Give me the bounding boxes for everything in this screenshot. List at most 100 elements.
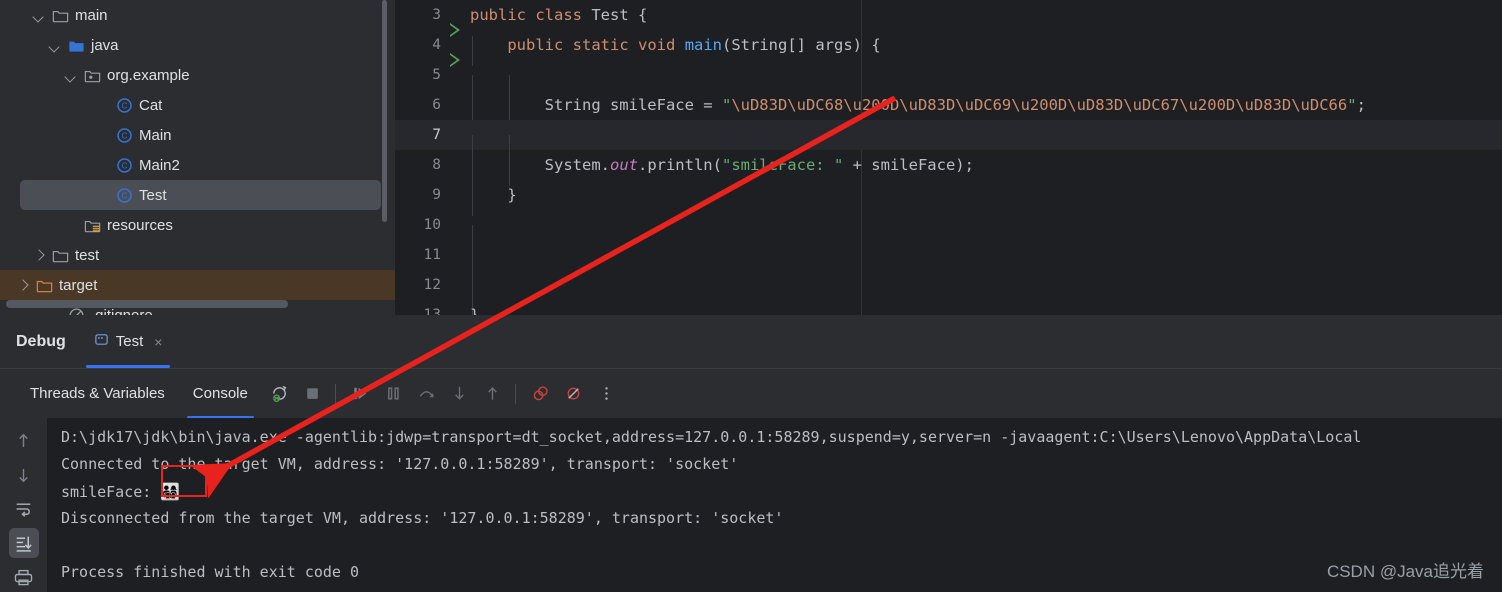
toolbar-separator [334,383,336,404]
csdn-watermark: CSDN @Java追光着 [1326,562,1484,581]
console-line: Connected to the target VM, address: '12… [47,451,1502,478]
chevron-down-icon[interactable] [64,69,77,82]
code-text: } [470,186,517,216]
code-line-5[interactable]: 5 [395,60,1502,105]
line-number: 4 [432,37,441,53]
code-token: out [609,156,638,174]
code-line-12[interactable]: 12 [395,270,1502,315]
tree-item-label: java [91,36,119,54]
close-icon[interactable]: × [154,334,162,350]
code-line-7[interactable]: 7 [395,120,1502,165]
chevron-down-icon[interactable] [48,39,61,52]
console-line-text: smileFace: [61,483,161,501]
project-tree-list[interactable]: main java org.example C Cat C Main C Main2 C Test r… [0,0,395,315]
console-line: D:\jdk17\jdk\bin\java.exe -agentlib:jdwp… [47,424,1502,451]
scroll-up-icon[interactable] [9,426,39,456]
step-over-icon[interactable] [412,379,442,409]
line-number: 5 [432,67,441,83]
line-number: 6 [432,97,441,113]
package-icon [84,70,101,82]
print-icon[interactable] [9,562,39,592]
scroll-to-end-icon[interactable] [8,528,39,558]
code-token: Test { [582,6,648,24]
pause-program-icon[interactable] [379,379,409,409]
svg-text:C: C [122,101,128,110]
tree-item-java[interactable]: java [0,30,395,60]
tree-item-test[interactable]: test [0,240,395,270]
tree-item-main[interactable]: main [0,0,395,30]
debug-run-configuration-tab[interactable]: Test × [84,315,173,368]
toolbar-separator [514,383,516,404]
console-line-text: D:\jdk17\jdk\bin\java.exe -agentlib:jdwp… [61,428,1362,446]
tree-item-test[interactable]: C Test [20,180,381,210]
family-emoji: 👨‍👩‍👧‍👦 [160,482,181,501]
run-config-tab-label: Test [115,333,144,350]
console-output[interactable]: D:\jdk17\jdk\bin\java.exe -agentlib:jdwp… [47,418,1502,592]
code-token: \uD83D\uDC68\u200D\uD83D\uDC69\u200D\uD8… [731,96,1348,114]
folder-resources-icon [84,220,101,232]
svg-text:C: C [122,191,128,200]
more-options-icon[interactable] [592,379,622,409]
line-number: 13 [423,307,441,315]
tree-item-main2[interactable]: C Main2 [0,150,395,180]
code-editor[interactable]: 3 public class Test {4 public static void… [395,0,1502,315]
tree-item-target[interactable]: target [0,270,395,300]
line-number: 7 [432,127,441,143]
project-tree-panel[interactable]: main java org.example C Cat C Main C Main2 C Test r… [0,0,395,315]
code-token: } [470,306,480,315]
code-line-8[interactable]: 8 System.out.println("smileFace: " + smi… [395,150,1502,186]
chevron-right-icon[interactable] [32,249,45,262]
console-area: D:\jdk17\jdk\bin\java.exe -agentlib:jdwp… [0,418,1502,592]
tree-item-cat[interactable]: C Cat [0,90,395,120]
scroll-down-icon[interactable] [9,460,39,490]
project-tree-vertical-scrollbar[interactable] [382,0,387,222]
soft-wrap-icon[interactable] [9,494,39,524]
code-line-9[interactable]: 9 } [395,180,1502,216]
code-line-11[interactable]: 11 [395,240,1502,285]
stop-icon[interactable] [298,379,328,409]
code-token: String smileFace = [470,96,722,114]
view-breakpoints-icon[interactable] [526,379,556,409]
step-into-icon[interactable] [445,379,475,409]
console-line: smileFace: 👨‍👩‍👧‍👦 [47,478,1502,505]
project-tree-horizontal-scrollbar[interactable] [6,300,288,308]
code-lines[interactable]: 3 public class Test {4 public static void… [395,0,1502,315]
code-line-3[interactable]: 3 public class Test { [395,0,1502,37]
line-number: 8 [432,157,441,173]
chevron-down-icon[interactable] [32,9,45,22]
tree-item-label: org.example [107,66,190,84]
code-text: public class Test { [470,6,647,24]
rerun-debug-icon[interactable] [265,379,295,409]
tree-item-label: Main2 [139,156,180,174]
code-line-6[interactable]: 6 String smileFace = "\uD83D\uDC68\u200D… [395,90,1502,126]
tab-threads-and-variables[interactable]: Threads & Variables [16,369,179,419]
debug-panel-title: Debug [16,332,66,350]
chevron-right-icon[interactable] [16,279,29,292]
line-number: 10 [423,217,441,233]
mute-breakpoints-icon[interactable] [559,379,589,409]
svg-text:C: C [122,131,128,140]
step-out-icon[interactable] [478,379,508,409]
code-text: System.out.println("smileFace: " + smile… [470,156,974,186]
code-line-4[interactable]: 4 public static void main(String[] args)… [395,30,1502,67]
resume-program-icon[interactable] [346,379,376,409]
line-number: 11 [423,247,441,263]
code-line-13[interactable]: 13} [395,300,1502,315]
code-text: String smileFace = "\uD83D\uDC68\u200D\u… [470,96,1366,126]
java-class-icon: C [117,187,132,203]
debug-tool-window: Debug Test × Threads & Variables Console… [0,315,1502,592]
code-token: public [507,36,564,54]
tree-item-label: Main [139,126,172,144]
tree-item-main[interactable]: C Main [0,120,395,150]
top-section: main java org.example C Cat C Main C Main2 C Test r… [0,0,1502,315]
line-number: 9 [432,187,441,203]
code-line-10[interactable]: 10 [395,210,1502,255]
tree-item-resources[interactable]: resources [0,210,395,240]
tab-console[interactable]: Console [179,369,262,419]
tree-item-org-example[interactable]: org.example [0,60,395,90]
